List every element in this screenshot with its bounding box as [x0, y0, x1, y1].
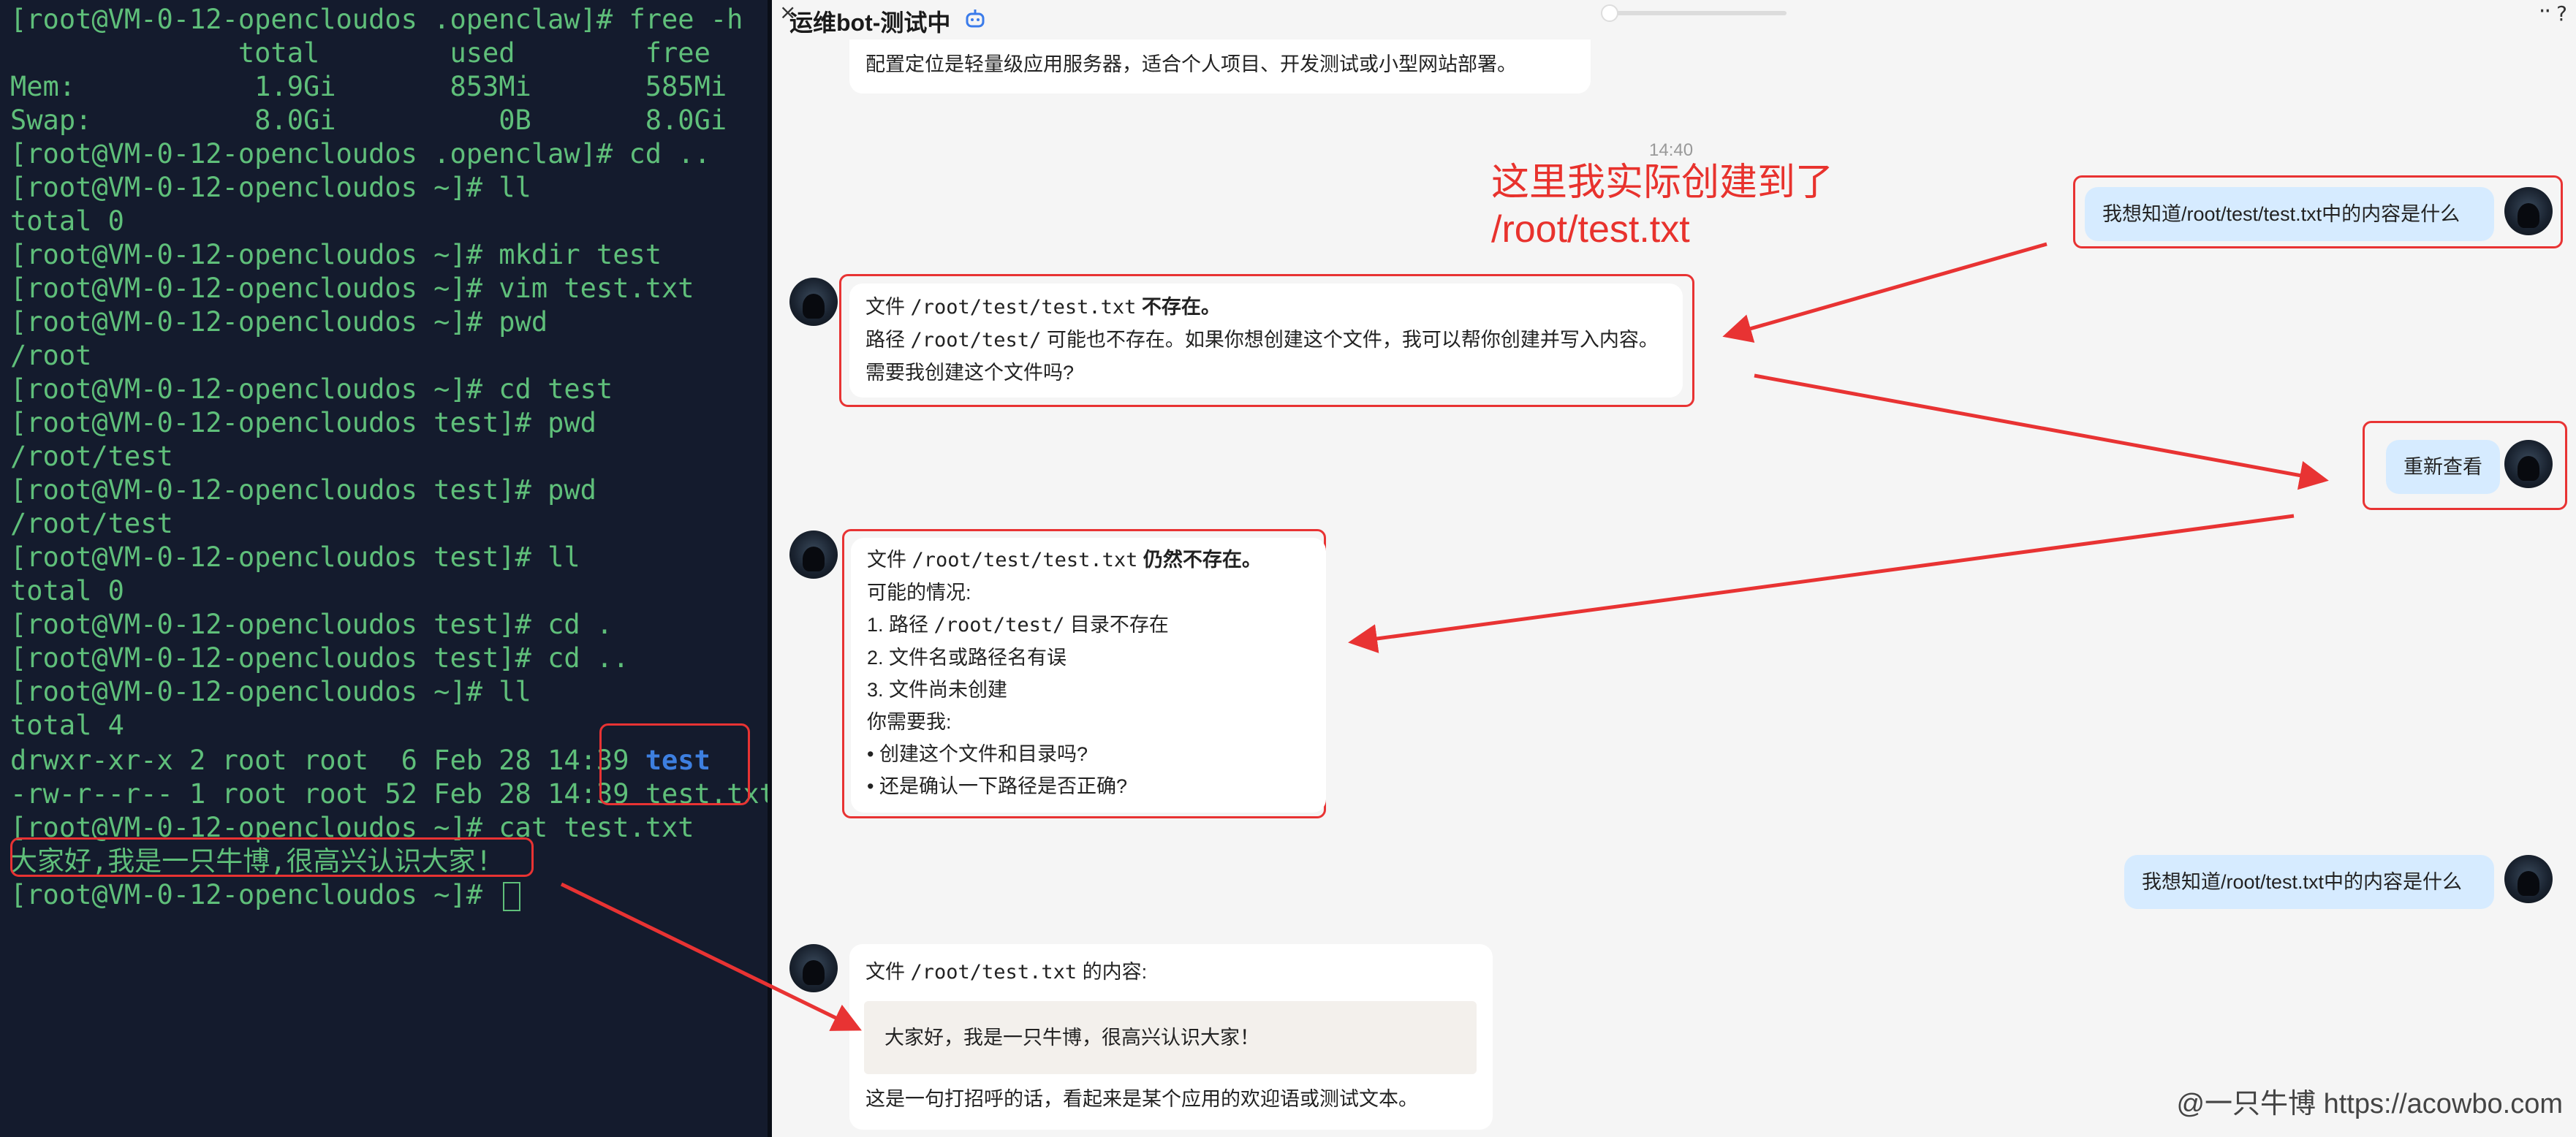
- zoom-slider-knob[interactable]: [1601, 4, 1618, 22]
- bot-message-partial: 配置定位是轻量级应用服务器，适合个人项目、开发测试或小型网站部署。: [849, 39, 1591, 94]
- terminal-line: [root@VM-0-12-opencloudos test]# cd ..: [10, 642, 629, 674]
- terminal-cursor: [503, 881, 521, 911]
- terminal-line: [root@VM-0-12-opencloudos test]# cd .: [10, 609, 613, 640]
- terminal-line: Swap: 8.0Gi 0B 8.0Gi: [10, 104, 727, 136]
- terminal-line: /root/test: [10, 508, 173, 539]
- bot-message-1: 文件 /root/test/test.txt 不存在。 路径 /root/tes…: [849, 284, 1683, 398]
- bot-message-3-footer: 这是一句打招呼的话，看起来是某个应用的欢迎语或测试文本。: [865, 1088, 1418, 1110]
- annotation-text: 这里我实际创建到了/root/test.txt: [1491, 161, 1834, 251]
- file-content-block: 大家好，我是一只牛博，很高兴认识大家！: [864, 1001, 1477, 1074]
- terminal-line: [root@VM-0-12-opencloudos ~]# ll: [10, 172, 531, 203]
- watermark: @一只牛博 https://acowbo.com: [2176, 1089, 2563, 1119]
- terminal-line: total 0: [10, 205, 124, 237]
- terminal-line: total 0: [10, 575, 124, 606]
- terminal-line: [root@VM-0-12-opencloudos .openclaw]# fr…: [10, 4, 743, 35]
- terminal-line: [root@VM-0-12-opencloudos .openclaw]# cd…: [10, 138, 711, 170]
- terminal-line: [root@VM-0-12-opencloudos test]# pwd: [10, 474, 596, 506]
- terminal-line: [root@VM-0-12-opencloudos ~]# ll: [10, 676, 531, 707]
- terminal-line: [root@VM-0-12-opencloudos ~]# cd test: [10, 373, 613, 405]
- user-avatar-1: [2504, 187, 2553, 235]
- terminal-line: Mem: 1.9Gi 853Mi 585Mi: [10, 71, 727, 102]
- highlight-ls-output: [599, 723, 750, 805]
- terminal-window[interactable]: total 4 [root@VM-0-12-opencloudos ~]# ll[…: [0, 0, 772, 1137]
- terminal-line: [root@VM-0-12-opencloudos test]# ll: [10, 541, 580, 573]
- terminal-line: total used free: [10, 37, 711, 69]
- chat-header: × 运维bot-测试中 ·· ?: [772, 0, 2576, 41]
- user-avatar-3: [2504, 855, 2553, 903]
- terminal-final-prompt: [root@VM-0-12-opencloudos ~]#: [10, 878, 521, 912]
- more-options-icon[interactable]: ··: [2539, 0, 2551, 24]
- terminal-line: total 4: [10, 710, 124, 741]
- help-icon[interactable]: ?: [2556, 1, 2567, 26]
- terminal-line: [root@VM-0-12-opencloudos ~]# vim test.t…: [10, 273, 694, 304]
- terminal-line: /root: [10, 340, 92, 371]
- terminal-line: /root/test: [10, 441, 173, 472]
- bot-icon: [966, 9, 985, 28]
- terminal-line: [root@VM-0-12-opencloudos ~]# pwd: [10, 306, 548, 338]
- bot-avatar-2: [789, 531, 838, 579]
- user-message-2: 重新查看: [2386, 440, 2500, 494]
- user-message-3: 我想知道/root/test.txt中的内容是什么: [2124, 855, 2494, 909]
- user-message-1: 我想知道/root/test/test.txt中的内容是什么: [2085, 187, 2494, 241]
- bot-avatar-3: [789, 944, 838, 992]
- zoom-slider-track[interactable]: [1604, 11, 1787, 15]
- highlight-cat-output: [10, 837, 534, 877]
- terminal-line: [root@VM-0-12-opencloudos test]# pwd: [10, 407, 596, 438]
- message-timestamp: 14:40: [1649, 140, 1694, 160]
- chat-title: 运维bot-测试中: [789, 9, 951, 36]
- bot-message-2: 文件 /root/test/test.txt 仍然不存在。 可能的情况: 1. …: [851, 538, 1326, 813]
- bot-avatar-1: [789, 278, 838, 326]
- terminal-line: [root@VM-0-12-opencloudos ~]# mkdir test: [10, 239, 662, 270]
- user-avatar-2: [2504, 440, 2553, 488]
